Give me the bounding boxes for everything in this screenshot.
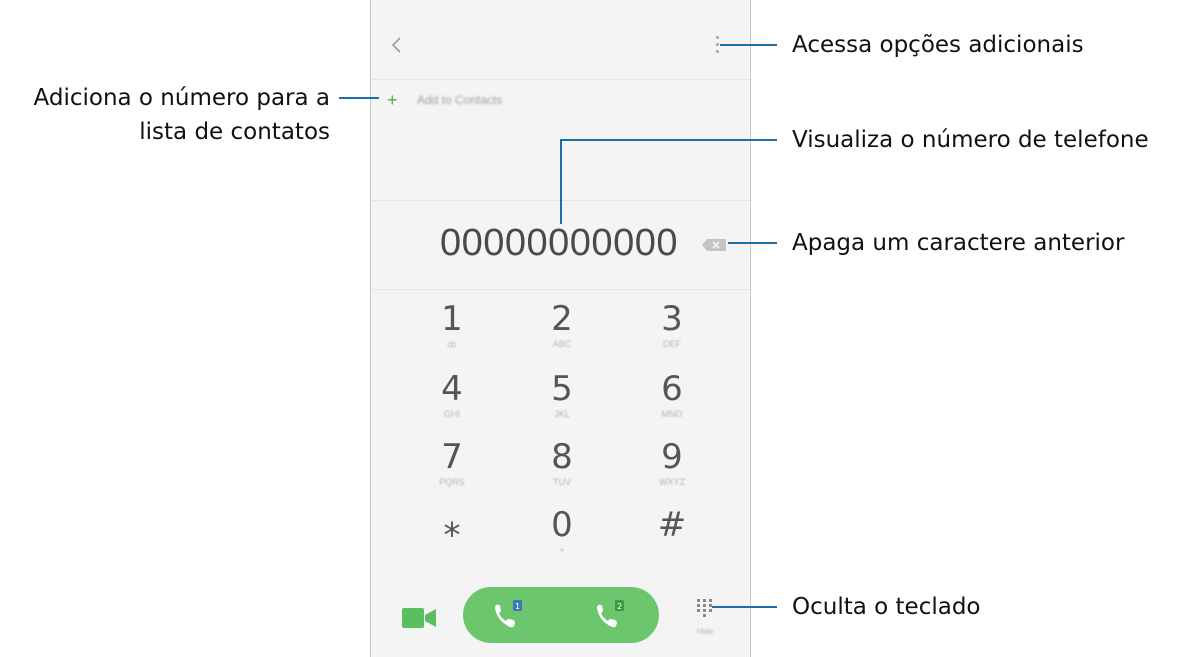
callout-add-contacts-line1: Adiciona o número para a <box>33 85 330 111</box>
key-letters <box>632 544 712 556</box>
key-12[interactable]: # <box>632 506 712 568</box>
sim1-label: 1 <box>515 602 520 611</box>
divider <box>371 79 750 80</box>
key-letters: JKL <box>554 409 570 419</box>
phone-icon: 2 <box>597 600 624 628</box>
callout-more-options: Acessa opções adicionais <box>792 32 1084 58</box>
key-letters: WXYZ <box>659 477 685 487</box>
callout-hide-keypad: Oculta o teclado <box>792 594 981 620</box>
key-letters <box>412 544 492 556</box>
key-digit: 1 <box>441 299 463 339</box>
key-digit: 9 <box>661 437 683 477</box>
back-button[interactable] <box>385 30 409 60</box>
key-digit: 7 <box>441 437 463 477</box>
keypad-grid-icon <box>697 599 712 617</box>
call-sim2-button[interactable]: 2 <box>593 599 631 631</box>
callout-line-add-contacts <box>339 97 379 99</box>
video-call-button[interactable] <box>401 605 437 631</box>
key-letters: PQRS <box>439 477 465 487</box>
key-letters: GHI <box>443 409 460 419</box>
key-digit: # <box>657 505 687 545</box>
key-digit: 4 <box>441 369 463 409</box>
key-digit: 2 <box>551 299 573 339</box>
key-digit: 6 <box>661 369 683 409</box>
key-10[interactable]: ⁎ <box>412 506 492 568</box>
key-8[interactable]: 8 TUV <box>522 438 602 500</box>
add-to-contacts-label: Add to Contacts <box>417 93 503 107</box>
key-letters: ABC <box>552 339 572 349</box>
key-5[interactable]: 5 JKL <box>522 370 602 432</box>
call-sim1-button[interactable]: 1 <box>491 599 529 631</box>
plus-icon: + <box>387 90 398 110</box>
key-letters: MNO <box>661 409 683 419</box>
back-arrow-icon <box>391 37 401 53</box>
key-6[interactable]: 6 MNO <box>632 370 712 432</box>
key-4[interactable]: 4 GHI <box>412 370 492 432</box>
key-letters: TUV <box>553 477 571 487</box>
key-digit: 0 <box>551 505 573 545</box>
key-11[interactable]: 0 + <box>522 506 602 568</box>
callout-view-number: Visualiza o número de telefone <box>792 127 1149 153</box>
key-letters: + <box>559 545 565 555</box>
divider <box>371 289 750 290</box>
video-camera-icon <box>402 608 436 628</box>
callout-add-contacts-line2: lista de contatos <box>139 119 330 145</box>
key-digit: 5 <box>551 369 573 409</box>
sim2-label: 2 <box>617 602 622 611</box>
callout-line-hide-keypad <box>712 606 777 608</box>
key-3[interactable]: 3 DEF <box>632 300 712 362</box>
hide-keypad-label: Hide <box>696 627 714 636</box>
backspace-icon <box>702 239 726 251</box>
key-7[interactable]: 7 PQRS <box>412 438 492 500</box>
callout-line-more-options <box>720 44 777 46</box>
backspace-button[interactable] <box>701 238 727 252</box>
key-digit: ⁎ <box>443 505 461 545</box>
top-bar <box>371 0 750 80</box>
more-options-icon-dot <box>716 50 719 53</box>
callout-line-view-number-v <box>560 139 562 224</box>
more-options-icon-dot <box>716 43 719 46</box>
hide-keypad-button[interactable]: Hide <box>691 596 719 636</box>
phone-number: 00000000000 <box>440 222 678 264</box>
callout-line-delete <box>728 242 777 244</box>
key-digit: 3 <box>661 299 683 339</box>
add-to-contacts-button[interactable]: + Add to Contacts <box>387 88 502 112</box>
key-letters: DEF <box>663 339 681 349</box>
phone-icon: 1 <box>495 600 522 628</box>
key-2[interactable]: 2 ABC <box>522 300 602 362</box>
dialer-screen: + Add to Contacts 00000000000 1 ꝏ 2 ABC 3 DEF… <box>370 0 751 657</box>
key-letters: ꝏ <box>447 339 457 349</box>
key-digit: 8 <box>551 437 573 477</box>
callout-line-view-number-h <box>560 139 777 141</box>
more-options-icon <box>716 36 719 39</box>
key-1[interactable]: 1ꝏ <box>412 300 492 362</box>
call-button-group: 1 2 <box>463 587 659 643</box>
key-9[interactable]: 9 WXYZ <box>632 438 712 500</box>
callout-delete-char: Apaga um caractere anterior <box>792 230 1125 256</box>
